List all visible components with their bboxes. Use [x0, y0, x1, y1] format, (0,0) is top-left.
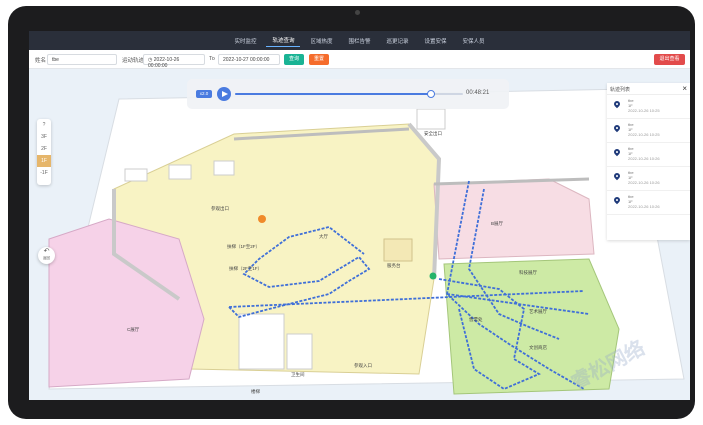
panel-header: 轨迹列表 ×: [607, 83, 690, 95]
nav-trajectory[interactable]: 轨迹查询: [266, 34, 301, 47]
label-hall: 大厅: [319, 234, 328, 239]
marker-green: [429, 272, 437, 280]
label-stair2: 扶梯（2F至1F）: [229, 266, 263, 271]
list-item[interactable]: tbe 1F 2022-10-26 10:26: [607, 143, 690, 167]
nav-patrol[interactable]: 巡更记录: [381, 35, 415, 47]
label-exit2: 安全出口: [424, 131, 442, 136]
list-item[interactable]: tbe 1F 2022-10-26 10:26: [607, 167, 690, 191]
close-icon[interactable]: ×: [682, 84, 687, 93]
label-entrance: 参观出口: [211, 206, 229, 211]
room-b: [168, 164, 192, 180]
nav-realtime[interactable]: 实时监控: [228, 35, 262, 47]
nav-settings[interactable]: 设置安保: [419, 35, 453, 47]
progress-track[interactable]: [235, 90, 463, 98]
list-item[interactable]: tbe 1F 2022-10-26 10:25: [607, 119, 690, 143]
item-time: 2022-10-26 10:25: [628, 132, 660, 137]
room-stairs: [238, 313, 285, 370]
room-c: [213, 160, 235, 176]
device-frame: 实时监控 轨迹查询 区域热度 围栏告警 巡更记录 设置安保 安保人员 姓名 tb…: [8, 6, 695, 419]
back-arrow-icon: ↶: [43, 248, 50, 255]
item-time: 2022-10-26 10:26: [628, 156, 660, 161]
floor-selector: ? 3F 2F 1F -1F: [37, 119, 51, 185]
label-stair1: 扶梯（1F至2F）: [227, 244, 261, 249]
query-button[interactable]: 查询: [284, 54, 304, 65]
play-button[interactable]: [217, 87, 231, 101]
start-time-input[interactable]: ◷ 2022-10-26 00:00:00: [143, 54, 205, 69]
screen: 实时监控 轨迹查询 区域热度 围栏告警 巡更记录 设置安保 安保人员 姓名 tb…: [29, 31, 690, 400]
list-item[interactable]: tbe 1F 2022-10-26 10:25: [607, 95, 690, 119]
filter-bar: 姓名 tbe 运动轨迹 ◷ 2022-10-26 00:00:00 To 202…: [29, 50, 690, 69]
room-a: [124, 168, 148, 182]
location-pin-icon: [612, 195, 622, 205]
label-shop: 文创商店: [529, 345, 547, 350]
marker-orange: [258, 215, 266, 223]
zone-left-hall: [48, 218, 205, 388]
location-pin-icon: [612, 123, 622, 133]
label-stairs: 楼梯: [251, 389, 260, 394]
name-input[interactable]: tbe: [47, 54, 117, 65]
back-label: 返回: [43, 256, 50, 260]
playback-time: 00:48:21: [466, 90, 490, 96]
playback-bar: x2.0 00:48:21: [187, 79, 509, 109]
progress-knob[interactable]: [427, 90, 436, 98]
map-3d[interactable]: 参观出口 大厅 扶梯（1F至2F） 扶梯（2F至1F） 服务台 C展厅 B展厅 …: [29, 69, 690, 400]
to-label: To: [209, 56, 215, 62]
room-toilet: [286, 333, 313, 370]
reset-button[interactable]: 重置: [309, 54, 329, 65]
progress-fill: [235, 93, 432, 95]
list-item[interactable]: tbe 1F 2022-10-26 10:26: [607, 191, 690, 215]
trajectory-panel: 轨迹列表 × tbe 1F 2022-10-26 10:25 tbe 1F 20…: [607, 83, 690, 240]
room-d: [416, 108, 446, 130]
location-pin-icon: [612, 171, 622, 181]
item-time: 2022-10-26 10:25: [628, 108, 660, 113]
exit-view-button[interactable]: 退出查看: [654, 54, 685, 65]
label-service: 服务台: [387, 263, 401, 268]
top-nav: 实时监控 轨迹查询 区域热度 围栏告警 巡更记录 设置安保 安保人员: [29, 31, 690, 50]
label-exhibit1: 科技展厅: [519, 270, 537, 275]
nav-fence[interactable]: 围栏告警: [342, 35, 376, 47]
label-visit-entry: 参观入口: [354, 363, 372, 368]
end-time-input[interactable]: 2022-10-27 00:00:00: [218, 54, 280, 65]
location-pin-icon: [612, 99, 622, 109]
help-icon[interactable]: ?: [37, 119, 51, 131]
room-service: [383, 238, 413, 262]
nav-guards[interactable]: 安保人员: [457, 35, 491, 47]
zone-right-hall: [433, 178, 595, 260]
label-exhibit2: 艺术展厅: [529, 309, 547, 314]
label-toilet: 卫生间: [291, 372, 305, 377]
time-label: 运动轨迹: [122, 58, 145, 64]
floor-2f[interactable]: 2F: [37, 143, 51, 155]
nav-heat[interactable]: 区域热度: [304, 35, 338, 47]
camera-dot: [355, 10, 360, 15]
panel-title: 轨迹列表: [610, 87, 631, 93]
floor-plan: [48, 88, 685, 395]
name-label: 姓名: [35, 58, 47, 64]
location-pin-icon: [612, 147, 622, 157]
floor-3f[interactable]: 3F: [37, 131, 51, 143]
speed-badge[interactable]: x2.0: [196, 90, 212, 98]
item-time: 2022-10-26 10:26: [628, 204, 660, 209]
back-button[interactable]: ↶ 返回: [38, 247, 55, 264]
label-ticket: 售票处: [469, 317, 483, 322]
label-left-hall: C展厅: [127, 327, 140, 332]
floor-1f[interactable]: 1F: [37, 155, 51, 167]
label-right-hall: B展厅: [491, 221, 504, 226]
item-time: 2022-10-26 10:26: [628, 180, 660, 185]
floor-b1[interactable]: -1F: [37, 167, 51, 179]
